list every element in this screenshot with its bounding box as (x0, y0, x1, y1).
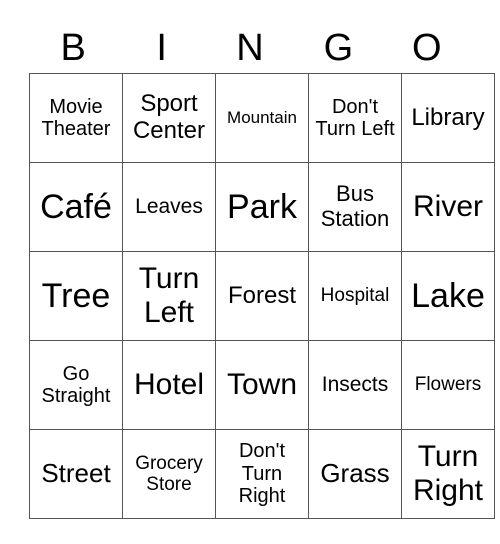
bingo-cell[interactable]: Street (29, 429, 123, 519)
bingo-cell[interactable]: Grocery Store (122, 429, 216, 519)
bingo-cell[interactable]: Lake (401, 251, 495, 341)
bingo-cell[interactable]: Mountain (215, 73, 309, 163)
bingo-cell[interactable]: Hotel (122, 340, 216, 430)
bingo-row: Street Grocery Store Don't Turn Right Gr… (29, 429, 495, 519)
bingo-cell[interactable]: Flowers (401, 340, 495, 430)
bingo-cell[interactable]: Park (215, 162, 309, 252)
bingo-row: Café Leaves Park Bus Station River (29, 162, 495, 252)
bingo-cell[interactable]: Town (215, 340, 309, 430)
header-letter-b: B (60, 27, 86, 69)
bingo-cell[interactable]: Insects (308, 340, 402, 430)
bingo-cell[interactable]: Hospital (308, 251, 402, 341)
bingo-header: B I N G O (29, 22, 471, 74)
bingo-cell[interactable]: Forest (215, 251, 309, 341)
bingo-cell[interactable]: Go Straight (29, 340, 123, 430)
bingo-cell[interactable]: Grass (308, 429, 402, 519)
bingo-cell[interactable]: Sport Center (122, 73, 216, 163)
header-letter-n: N (236, 27, 264, 69)
bingo-cell[interactable]: Don't Turn Left (308, 73, 402, 163)
bingo-cell[interactable]: Tree (29, 251, 123, 341)
bingo-cell[interactable]: Don't Turn Right (215, 429, 309, 519)
bingo-cell[interactable]: Bus Station (308, 162, 402, 252)
header-letter-g: G (323, 27, 354, 69)
bingo-cell[interactable]: Café (29, 162, 123, 252)
bingo-cell[interactable]: Movie Theater (29, 73, 123, 163)
bingo-cell[interactable]: Turn Left (122, 251, 216, 341)
bingo-cell[interactable]: River (401, 162, 495, 252)
bingo-cell[interactable]: Turn Right (401, 429, 495, 519)
bingo-card: Movie Theater Sport Center Mountain Don'… (29, 73, 495, 519)
header-letter-i: I (156, 27, 167, 69)
bingo-cell[interactable]: Leaves (122, 162, 216, 252)
bingo-cell[interactable]: Library (401, 73, 495, 163)
bingo-row: Tree Turn Left Forest Hospital Lake (29, 251, 495, 341)
bingo-row: Movie Theater Sport Center Mountain Don'… (29, 73, 495, 163)
bingo-row: Go Straight Hotel Town Insects Flowers (29, 340, 495, 430)
header-letter-o: O (412, 27, 442, 69)
